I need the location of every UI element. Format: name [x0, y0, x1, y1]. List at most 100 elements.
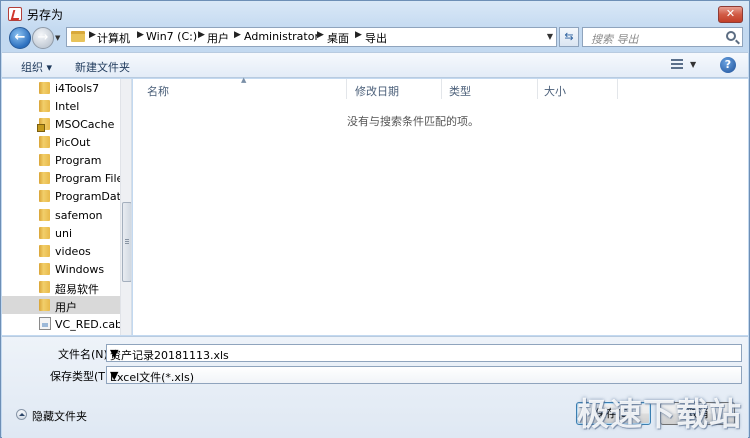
folder-icon	[39, 190, 50, 202]
nav-item-label: safemon	[55, 209, 103, 222]
nav-item-i4tools7[interactable]: i4Tools7	[8, 79, 120, 97]
breadcrumb-users[interactable]: 用户	[207, 30, 229, 46]
window-title: 另存为	[27, 8, 64, 22]
nav-item-label: Program Files	[55, 172, 130, 185]
folder-icon	[39, 227, 50, 239]
nav-item-label: Windows	[55, 263, 105, 276]
arrow-right-icon: →	[37, 30, 49, 45]
nav-item-intel[interactable]: Intel	[8, 97, 120, 115]
nav-item-videos[interactable]: videos	[8, 242, 120, 260]
search-icon	[726, 31, 736, 41]
sort-ascending-icon: ▲	[241, 76, 247, 84]
new-folder-button[interactable]: 新建文件夹	[75, 59, 130, 75]
collapse-up-icon	[16, 409, 27, 420]
nav-item-windows[interactable]: Windows	[8, 260, 120, 278]
locked-folder-icon	[37, 118, 50, 132]
column-header-type[interactable]: 类型	[442, 79, 538, 99]
title-bar: 另存为 ✕	[1, 1, 749, 25]
view-options-icon[interactable]	[671, 59, 683, 70]
filetype-select[interactable]: Excel文件(*.xls) ▼	[106, 366, 742, 384]
nav-item-label: i4Tools7	[55, 82, 100, 95]
forward-button[interactable]: →	[32, 27, 54, 49]
folder-icon	[39, 281, 50, 293]
nav-item-label: VC_RED.cab	[55, 318, 123, 331]
search-placeholder: 搜索 导出	[591, 33, 639, 46]
column-label: 类型	[449, 85, 471, 98]
nav-item-label: videos	[55, 245, 91, 258]
folder-icon	[39, 136, 50, 148]
organize-button[interactable]: 组织 ▾	[21, 59, 52, 75]
nav-item-label: uni	[55, 227, 72, 240]
breadcrumb-desktop[interactable]: 桌面	[327, 30, 349, 46]
chevron-down-icon[interactable]: ▼	[110, 369, 738, 382]
chevron-down-icon[interactable]: ▼	[547, 32, 553, 41]
nav-item-safemon[interactable]: safemon	[8, 206, 120, 224]
nav-item-label: 超易软件	[55, 283, 99, 296]
nav-item-users[interactable]: 用户	[2, 296, 120, 314]
recent-pages-dropdown[interactable]: ▼	[55, 34, 64, 43]
hide-folders-label: 隐藏文件夹	[32, 410, 87, 423]
nav-item-label: Intel	[55, 100, 80, 113]
breadcrumb-separator-icon[interactable]: ▶	[317, 30, 324, 40]
folder-icon	[71, 31, 85, 42]
breadcrumb-separator-icon[interactable]: ▶	[355, 30, 362, 40]
help-icon[interactable]: ?	[720, 57, 736, 73]
column-label: 大小	[544, 85, 566, 98]
empty-list-message: 没有与搜索条件匹配的项。	[347, 115, 479, 128]
save-as-dialog: 另存为 ✕ ← → ▼ ▶ 计算机 ▶ Win7 (C:) ▶ 用户 ▶ Adm…	[0, 0, 750, 438]
arrow-left-icon: ←	[14, 30, 26, 45]
folder-icon	[39, 263, 50, 275]
nav-item-label: MSOCache	[55, 118, 115, 131]
breadcrumb-separator-icon[interactable]: ▶	[137, 30, 144, 40]
refresh-icon: ⇆	[564, 30, 574, 43]
folder-icon	[39, 154, 50, 166]
chevron-down-icon[interactable]: ▼	[690, 60, 696, 69]
column-header-size[interactable]: 大小	[538, 79, 618, 99]
command-toolbar: 组织 ▾ 新建文件夹 ▼ ?	[2, 52, 748, 78]
nav-item-program-files[interactable]: Program Files	[8, 169, 129, 187]
refresh-button[interactable]: ⇆	[559, 27, 579, 47]
filename-field[interactable]: 资产记录20181113.xls ▼	[106, 344, 742, 362]
folder-icon	[39, 172, 50, 184]
nav-scrollbar[interactable]	[120, 79, 131, 335]
breadcrumb-drive[interactable]: Win7 (C:)	[146, 30, 197, 43]
nav-item-vc-red-cab[interactable]: VC_RED.cab	[8, 315, 123, 333]
column-header-name[interactable]: 名称 ▲	[133, 76, 347, 99]
nav-item-chaoyi-software[interactable]: 超易软件	[8, 278, 120, 296]
column-label: 名称	[147, 85, 169, 98]
nav-item-picout[interactable]: PicOut	[8, 133, 120, 151]
nav-item-programdata[interactable]: ProgramData	[8, 187, 128, 205]
site-watermark: 极速下载站	[577, 395, 743, 433]
folder-icon	[39, 100, 50, 112]
nav-item-label: PicOut	[55, 136, 91, 149]
filetype-label: 保存类型(T):	[50, 370, 114, 383]
breadcrumb-separator-icon[interactable]: ▶	[198, 30, 205, 40]
address-bar[interactable]: ▶ 计算机 ▶ Win7 (C:) ▶ 用户 ▶ Administrator ▶…	[66, 27, 557, 47]
filename-label: 文件名(N):	[58, 348, 112, 361]
nav-item-label: 用户	[55, 301, 77, 314]
scrollbar-thumb[interactable]	[122, 202, 131, 282]
column-label: 修改日期	[355, 85, 399, 98]
column-header-date[interactable]: 修改日期	[347, 79, 442, 99]
nav-item-uni[interactable]: uni	[8, 224, 120, 242]
back-button[interactable]: ←	[9, 27, 31, 49]
breadcrumb-separator-icon[interactable]: ▶	[234, 30, 241, 40]
folder-icon	[39, 245, 50, 257]
nav-item-label: ProgramData	[55, 190, 128, 203]
search-input[interactable]: 搜索 导出	[582, 27, 743, 47]
breadcrumb-separator-icon[interactable]: ▶	[89, 30, 96, 40]
folder-icon	[39, 209, 50, 221]
close-button[interactable]: ✕	[718, 6, 743, 23]
breadcrumb-export[interactable]: 导出	[365, 30, 387, 46]
navigation-pane: i4Tools7 Intel MSOCache PicOut Program P…	[2, 79, 132, 335]
breadcrumb-administrator[interactable]: Administrator	[244, 30, 319, 43]
nav-item-msocache[interactable]: MSOCache	[8, 115, 120, 133]
chevron-down-icon[interactable]: ▼	[110, 347, 738, 360]
cab-file-icon	[39, 317, 51, 330]
app-icon	[8, 7, 22, 21]
breadcrumb-computer[interactable]: 计算机	[97, 30, 130, 46]
folder-icon	[39, 82, 50, 94]
folder-icon	[39, 299, 50, 311]
nav-item-program[interactable]: Program	[8, 151, 120, 169]
chevron-down-icon: ▼	[55, 34, 61, 42]
